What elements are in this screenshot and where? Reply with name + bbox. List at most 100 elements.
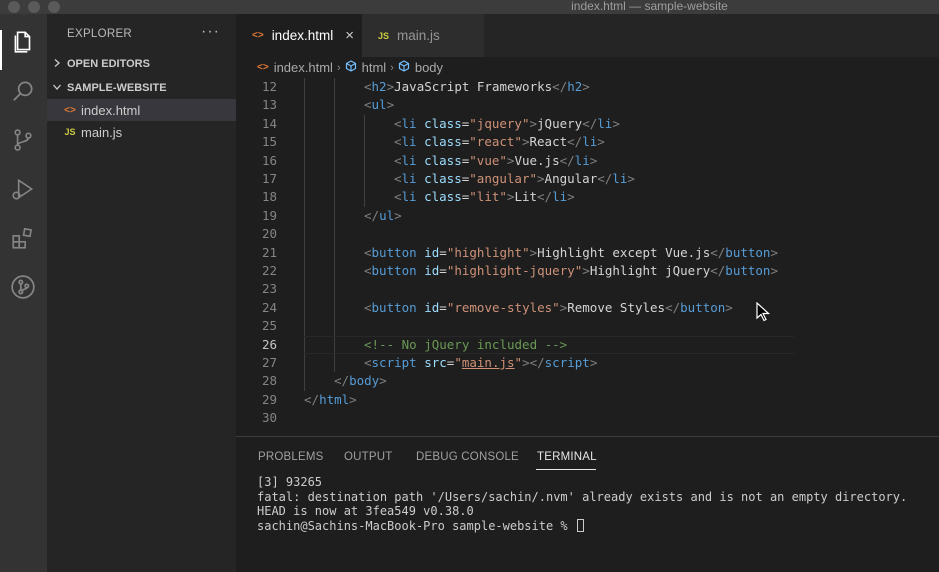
code-line[interactable]: 20: [236, 225, 939, 243]
code-token: jQuery: [537, 115, 583, 131]
line-number: 15: [261, 134, 277, 150]
code-line[interactable]: 13 <ul>: [236, 96, 939, 114]
code-token: class: [424, 152, 462, 168]
breadcrumb-file[interactable]: index.html: [274, 60, 333, 75]
code-token: >: [537, 171, 545, 186]
breadcrumb-item-html[interactable]: html: [362, 60, 387, 75]
breadcrumb-item-body[interactable]: body: [415, 60, 443, 75]
code-token: Angular: [544, 171, 598, 186]
code-content: <button id="highlight-jquery">Highlight …: [364, 262, 778, 280]
code-token: <: [364, 79, 372, 94]
file-item-index-html[interactable]: <> index.html: [47, 99, 236, 121]
tab-debug-console[interactable]: DEBUG CONSOLE: [416, 451, 519, 463]
tab-terminal[interactable]: TERMINAL: [537, 451, 597, 463]
code-token: li: [401, 134, 425, 150]
code-line[interactable]: 24 <button id="remove-styles">Remove Styl…: [236, 299, 939, 317]
code-token: >: [770, 244, 778, 260]
code-token: id: [424, 263, 440, 278]
js-file-icon: JS: [64, 127, 76, 137]
code-token: >: [386, 79, 395, 94]
code-token: Vue.js: [514, 152, 560, 168]
code-token: <: [394, 152, 402, 168]
explorer-header: EXPLORER: [67, 28, 133, 40]
code-line[interactable]: 28 </body>: [236, 372, 939, 390]
code-token: >: [627, 171, 635, 186]
code-line[interactable]: 25: [236, 317, 939, 335]
code-token: "react": [469, 134, 522, 150]
code-token: main.js: [461, 355, 515, 370]
project-section[interactable]: SAMPLE-WEBSITE: [47, 77, 236, 99]
code-token: >: [529, 244, 538, 260]
code-content: <li class="vue">Vue.js</li>: [394, 152, 597, 170]
terminal-output[interactable]: [3] 93265 fatal: destination path '/Users…: [257, 475, 907, 533]
line-number: 24: [261, 299, 277, 315]
code-token: <: [364, 299, 372, 315]
terminal-line: HEAD is now at 3fea549 v0.38.0: [257, 504, 474, 518]
code-content: <h2>JavaScript Frameworks</h2>: [364, 78, 590, 96]
tab-main-js[interactable]: JS main.js: [362, 14, 484, 57]
js-file-icon: JS: [378, 30, 390, 41]
code-line[interactable]: 23: [236, 280, 939, 298]
code-line[interactable]: 29 </html>: [236, 391, 939, 409]
tab-label: main.js: [397, 28, 440, 43]
code-token: li: [401, 115, 425, 131]
tab-problems[interactable]: PROBLEMS: [258, 451, 324, 463]
html-file-icon: <>: [252, 30, 264, 41]
close-icon[interactable]: ×: [345, 27, 354, 44]
code-token: li: [574, 152, 590, 168]
tab-output[interactable]: OUTPUT: [344, 451, 392, 463]
code-token: </: [334, 373, 350, 389]
line-number: 21: [261, 244, 277, 260]
code-token: =: [439, 263, 447, 278]
code-content: <li class="lit">Lit</li>: [394, 188, 575, 206]
breadcrumb: <> index.html › html › body: [236, 57, 939, 78]
explorer-icon[interactable]: [9, 28, 37, 56]
code-line[interactable]: 30: [236, 409, 939, 427]
line-number: 28: [261, 373, 277, 389]
code-token: </: [552, 79, 568, 94]
code-content: </body>: [334, 372, 387, 390]
tab-index-html[interactable]: <> index.html ×: [236, 14, 362, 57]
open-editors-section[interactable]: OPEN EDITORS: [47, 53, 236, 75]
symbol-icon: [398, 60, 410, 75]
code-line[interactable]: 19 </ul>: [236, 207, 939, 225]
title-bar: index.html — sample-website: [0, 0, 939, 14]
code-token: h2: [567, 79, 583, 94]
code-token: ul: [379, 207, 395, 223]
code-token: </: [559, 152, 575, 168]
code-content: <li class="react">React</li>: [394, 133, 605, 151]
more-actions-button[interactable]: ···: [201, 23, 220, 41]
tab-label: index.html: [271, 28, 334, 43]
file-item-main-js[interactable]: JS main.js: [47, 121, 236, 143]
git-graph-icon[interactable]: [9, 273, 37, 301]
code-token: </: [582, 115, 598, 131]
code-token: "angular": [469, 171, 538, 186]
code-token: "remove-styles": [446, 299, 560, 315]
extensions-icon[interactable]: [9, 224, 37, 252]
source-control-icon[interactable]: [9, 126, 37, 154]
code-line[interactable]: 22 <button id="highlight-jquery">Highligh…: [236, 262, 939, 280]
search-icon[interactable]: [9, 77, 37, 105]
code-line[interactable]: 12 <h2>JavaScript Frameworks</h2>: [236, 78, 939, 96]
file-label: main.js: [81, 124, 123, 140]
file-label: index.html: [81, 102, 141, 118]
code-token: >: [725, 299, 733, 315]
code-line[interactable]: 14 <li class="jquery">jQuery</li>: [236, 115, 939, 133]
code-token: =: [439, 244, 447, 260]
code-token: id: [424, 244, 440, 260]
html-file-icon: <>: [64, 104, 76, 116]
code-line[interactable]: 27 <script src="main.js"></script>: [236, 354, 939, 372]
code-line[interactable]: 15 <li class="react">React</li>: [236, 133, 939, 151]
code-line[interactable]: 17 <li class="angular">Angular</li>: [236, 170, 939, 188]
code-line[interactable]: 18 <li class="lit">Lit</li>: [236, 188, 939, 206]
code-line[interactable]: 16 <li class="vue">Vue.js</li>: [236, 152, 939, 170]
code-content: <ul>: [364, 96, 394, 114]
code-editor[interactable]: 12 <h2>JavaScript Frameworks</h2> 13 <ul> 14…: [236, 78, 939, 436]
code-line[interactable]: 26 <!-- No jQuery included -->: [236, 336, 939, 354]
code-content: <button id="highlight">Highlight except …: [364, 244, 778, 262]
code-content: <li class="angular">Angular</li>: [394, 170, 635, 188]
code-line[interactable]: 21 <button id="highlight">Highlight excep…: [236, 244, 939, 262]
run-debug-icon[interactable]: [9, 175, 37, 203]
code-token: button: [371, 299, 425, 315]
open-editors-label: OPEN EDITORS: [67, 58, 150, 70]
